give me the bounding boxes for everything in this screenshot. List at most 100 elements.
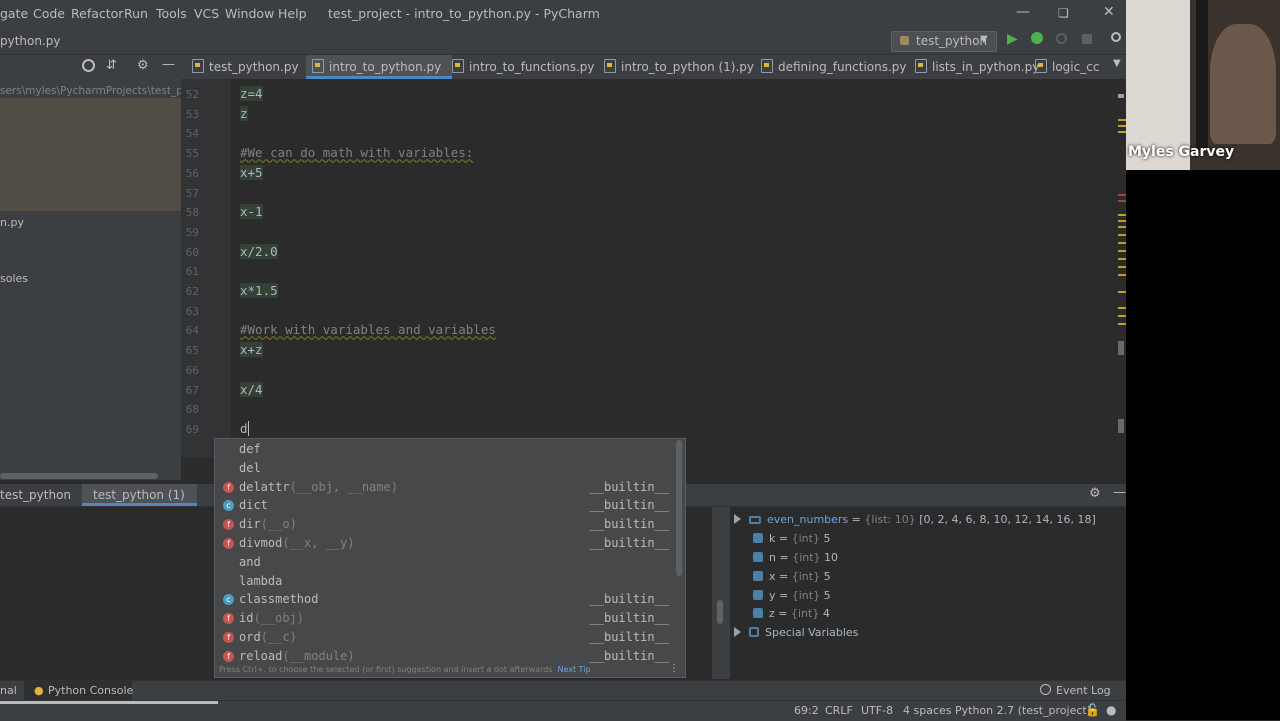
minimize-icon[interactable]: —	[1016, 4, 1030, 20]
line-number: 58	[185, 206, 199, 220]
special-variables[interactable]: Special Variables	[734, 626, 858, 639]
tab-defining-functions[interactable]: defining_functions.py	[761, 55, 907, 79]
next-tip-link[interactable]: Next Tip	[557, 665, 590, 674]
variable-n[interactable]: n = {int} 10	[753, 551, 838, 564]
code-line[interactable]: x*1.5	[240, 283, 278, 298]
coverage-icon[interactable]	[1056, 33, 1067, 44]
completion-item[interactable]: f id(__obj) __builtin__	[215, 609, 677, 628]
python-console-tool-button[interactable]: ● Python Console	[24, 681, 133, 701]
locate-icon[interactable]	[82, 59, 95, 72]
stop-icon[interactable]	[1082, 34, 1092, 44]
line-separator[interactable]: CRLF	[825, 704, 853, 717]
completion-item[interactable]: f dir(__o) __builtin__	[215, 515, 677, 534]
console-tab-test-python[interactable]: test_python	[0, 488, 71, 502]
completion-source: __builtin__	[589, 517, 669, 532]
code-editor[interactable]: z=4 z #We can do math with variables: x+5 x-…	[231, 79, 1116, 457]
code-line[interactable]: x-1	[240, 204, 263, 220]
console-tab-test-python-1[interactable]: test_python (1)	[82, 484, 197, 506]
event-log-button[interactable]: Event Log	[1056, 684, 1111, 697]
debug-icon[interactable]	[1031, 32, 1043, 44]
code-line[interactable]: #Work with variables and variables	[240, 322, 496, 337]
expand-icon[interactable]	[734, 627, 741, 637]
code-line[interactable]: #We can do math with variables:	[240, 145, 473, 160]
completion-item[interactable]: and	[215, 553, 677, 572]
completion-name: id	[239, 611, 254, 626]
tabs-overflow-icon[interactable]: ▼	[1113, 58, 1121, 69]
menu-refactor[interactable]: Refactor	[71, 6, 123, 21]
restore-icon[interactable]: ❏	[1058, 6, 1069, 20]
menu-navigate[interactable]: gate	[0, 6, 28, 21]
run-icon[interactable]: ▶	[1007, 31, 1018, 47]
menu-tools[interactable]: Tools	[156, 6, 187, 21]
line-number: 52	[185, 88, 199, 101]
menu-help[interactable]: Help	[278, 6, 307, 21]
completion-item[interactable]: del	[215, 459, 677, 478]
tab-intro-to-functions[interactable]: intro_to_functions.py	[452, 55, 595, 79]
inspector-icon[interactable]: ●	[1106, 703, 1116, 717]
menu-code[interactable]: Code	[33, 6, 65, 21]
completion-item[interactable]: lambda	[215, 572, 677, 591]
variable-z[interactable]: z = {int} 4	[753, 607, 830, 620]
scroll-thumb[interactable]	[1118, 341, 1124, 355]
menu-vcs[interactable]: VCS	[194, 6, 219, 21]
int-variable-icon	[753, 533, 763, 543]
indent-setting[interactable]: 4 spaces	[903, 704, 952, 717]
gear-icon[interactable]: ⚙	[137, 58, 149, 73]
gear-icon[interactable]: ⚙	[1089, 486, 1101, 501]
completion-name: and	[239, 554, 261, 569]
console-scrollbar[interactable]	[712, 507, 730, 679]
completion-scrollbar[interactable]	[676, 440, 682, 576]
code-line[interactable]: x+5	[240, 164, 263, 180]
completion-item[interactable]: c classmethod __builtin__	[215, 590, 677, 609]
completion-text: lambda	[239, 574, 282, 588]
tab-test-python[interactable]: test_python.py	[190, 55, 299, 79]
collapse-icon[interactable]: ⇵	[106, 58, 117, 73]
completion-name: def	[239, 442, 261, 456]
error-stripe[interactable]	[1116, 79, 1126, 457]
completion-item[interactable]: f ord(__c) __builtin__	[215, 628, 677, 647]
run-config-selector[interactable]: test_python ▼	[891, 31, 997, 52]
caret-position[interactable]: 69:2	[794, 704, 819, 717]
scratches-consoles-item[interactable]: soles	[0, 272, 28, 285]
tab-intro-to-python[interactable]: intro_to_python.py	[306, 55, 452, 79]
scroll-thumb[interactable]	[1118, 419, 1124, 433]
tab-logic[interactable]: logic_cc	[1035, 55, 1099, 79]
variable-k[interactable]: k = {int} 5	[753, 532, 830, 545]
project-root-path[interactable]: sers\myles\PycharmProjects\test_pro	[0, 85, 193, 97]
completion-item[interactable]: f divmod(__x, __y) __builtin__	[215, 534, 677, 553]
hide-panel-icon[interactable]: —	[162, 57, 175, 72]
breadcrumb[interactable]: python.py	[0, 34, 61, 48]
expand-icon[interactable]	[734, 514, 741, 524]
completion-item[interactable]: c dict __builtin__	[215, 496, 677, 515]
completion-item[interactable]: f reload(__module) __builtin__	[215, 647, 677, 666]
terminal-tool-button[interactable]: nal	[0, 684, 17, 697]
completion-item[interactable]: f delattr(__obj, __name) __builtin__	[215, 478, 677, 497]
menu-window[interactable]: Window	[225, 6, 274, 21]
warning-marker	[1118, 234, 1126, 236]
code-line[interactable]: x/2.0	[240, 243, 278, 259]
completion-item[interactable]: def	[215, 440, 677, 459]
variable-y[interactable]: y = {int} 5	[753, 589, 831, 602]
window-title: test_project - intro_to_python.py - PyCh…	[328, 6, 600, 21]
code-line[interactable]: d	[240, 420, 249, 436]
tab-lists-in-python[interactable]: lists_in_python.py	[915, 55, 1039, 79]
tab-intro-to-python-1[interactable]: intro_to_python (1).py	[604, 55, 754, 79]
code-line[interactable]: x+z	[240, 342, 263, 358]
code-line[interactable]: z	[240, 105, 248, 121]
variable-x[interactable]: x = {int} 5	[753, 570, 831, 583]
close-icon[interactable]: ✕	[1103, 4, 1115, 20]
code-line[interactable]: z=4	[240, 86, 263, 101]
project-scrollbar[interactable]	[0, 472, 181, 480]
file-encoding[interactable]: UTF-8	[861, 704, 893, 717]
variable-even-numbers[interactable]: even_numbers = {list: 10} [0, 2, 4, 6, 8…	[734, 513, 1096, 526]
more-options-icon[interactable]: ⋮	[669, 663, 679, 674]
project-file-item[interactable]: n.py	[0, 216, 24, 229]
completion-text: and	[239, 555, 261, 569]
search-icon[interactable]	[1111, 32, 1121, 42]
hide-panel-icon[interactable]: —	[1113, 485, 1126, 500]
python-interpreter[interactable]: Python 2.7 (test_project)	[955, 704, 1091, 717]
lock-icon[interactable]: 🔓	[1085, 703, 1100, 717]
completion-text: delattr(__obj, __name)	[239, 480, 398, 494]
menu-run[interactable]: Run	[124, 6, 148, 21]
code-line[interactable]: x/4	[240, 381, 263, 397]
